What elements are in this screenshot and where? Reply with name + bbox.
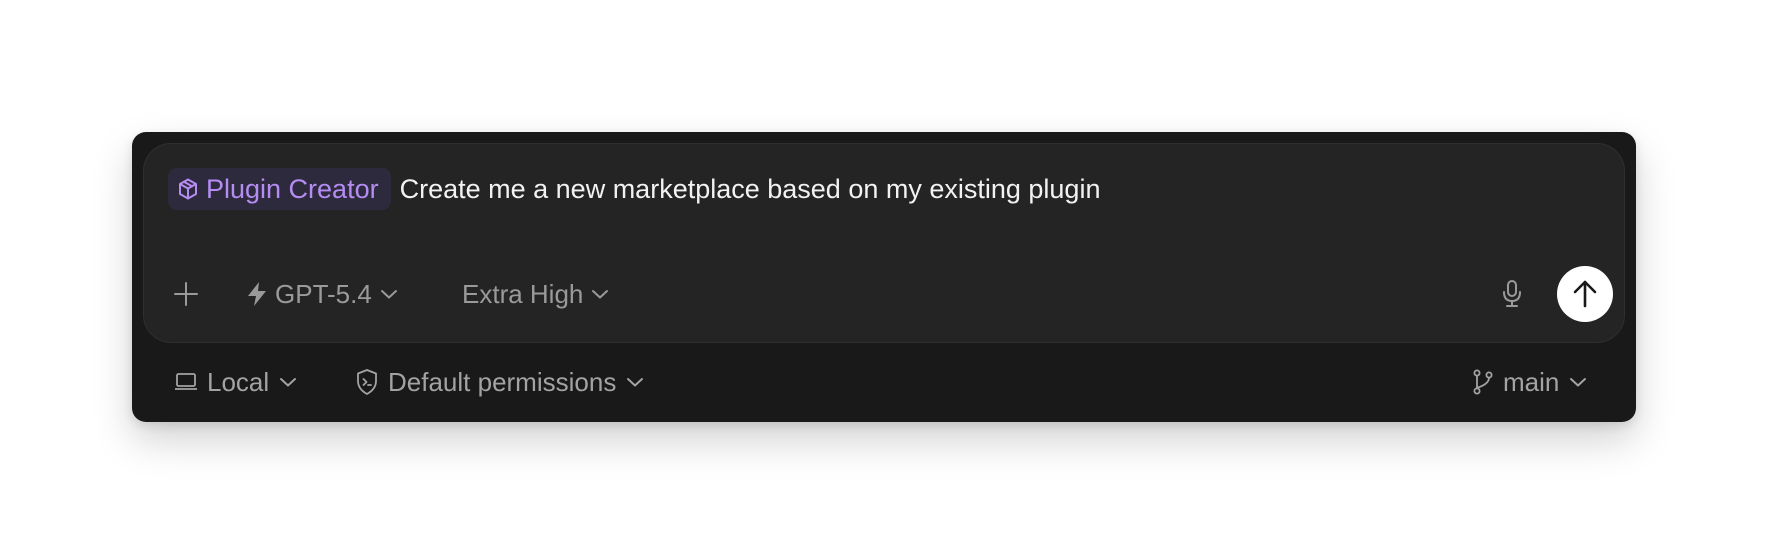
model-selector[interactable]: GPT-5.4 <box>247 264 398 324</box>
plugin-mention-chip[interactable]: Plugin Creator <box>168 168 391 210</box>
reasoning-effort-selector[interactable]: Extra High <box>462 264 609 324</box>
plugin-mention-label: Plugin Creator <box>206 173 379 204</box>
package-icon <box>179 178 197 200</box>
git-branch-icon <box>1473 369 1493 395</box>
prompt-line[interactable]: Plugin Creator Create me a new marketpla… <box>168 168 1100 210</box>
chevron-down-icon <box>380 290 397 299</box>
branch-selector[interactable]: main <box>1472 352 1587 412</box>
prompt-text[interactable]: Create me a new marketplace based on my … <box>400 174 1101 205</box>
prompt-input-area[interactable]: Plugin Creator Create me a new marketpla… <box>143 143 1625 343</box>
permissions-selector[interactable]: Default permissions <box>355 352 644 412</box>
bolt-icon <box>248 282 266 306</box>
microphone-icon <box>1503 280 1521 307</box>
shield-terminal-icon <box>357 369 377 395</box>
branch-label: main <box>1503 366 1560 397</box>
composer-panel: Plugin Creator Create me a new marketpla… <box>132 132 1636 422</box>
chevron-down-icon <box>1570 378 1587 387</box>
plus-icon <box>174 282 198 306</box>
model-label: GPT-5.4 <box>275 278 372 309</box>
chevron-down-icon <box>592 290 609 299</box>
permissions-label: Default permissions <box>388 366 617 397</box>
arrow-up-icon <box>1573 280 1597 308</box>
reasoning-effort-label: Extra High <box>462 278 584 309</box>
add-attachment-button[interactable] <box>173 264 199 324</box>
chevron-down-icon <box>627 378 644 387</box>
environment-label: Local <box>207 366 270 397</box>
laptop-icon <box>175 373 197 390</box>
chevron-down-icon <box>280 378 297 387</box>
voice-input-button[interactable] <box>1501 264 1523 324</box>
environment-selector[interactable]: Local <box>174 352 297 412</box>
send-button[interactable] <box>1557 266 1613 322</box>
composer-toolbar: GPT-5.4 Extra High <box>144 264 1624 324</box>
composer-footer: Local Default permissions main <box>132 352 1636 412</box>
